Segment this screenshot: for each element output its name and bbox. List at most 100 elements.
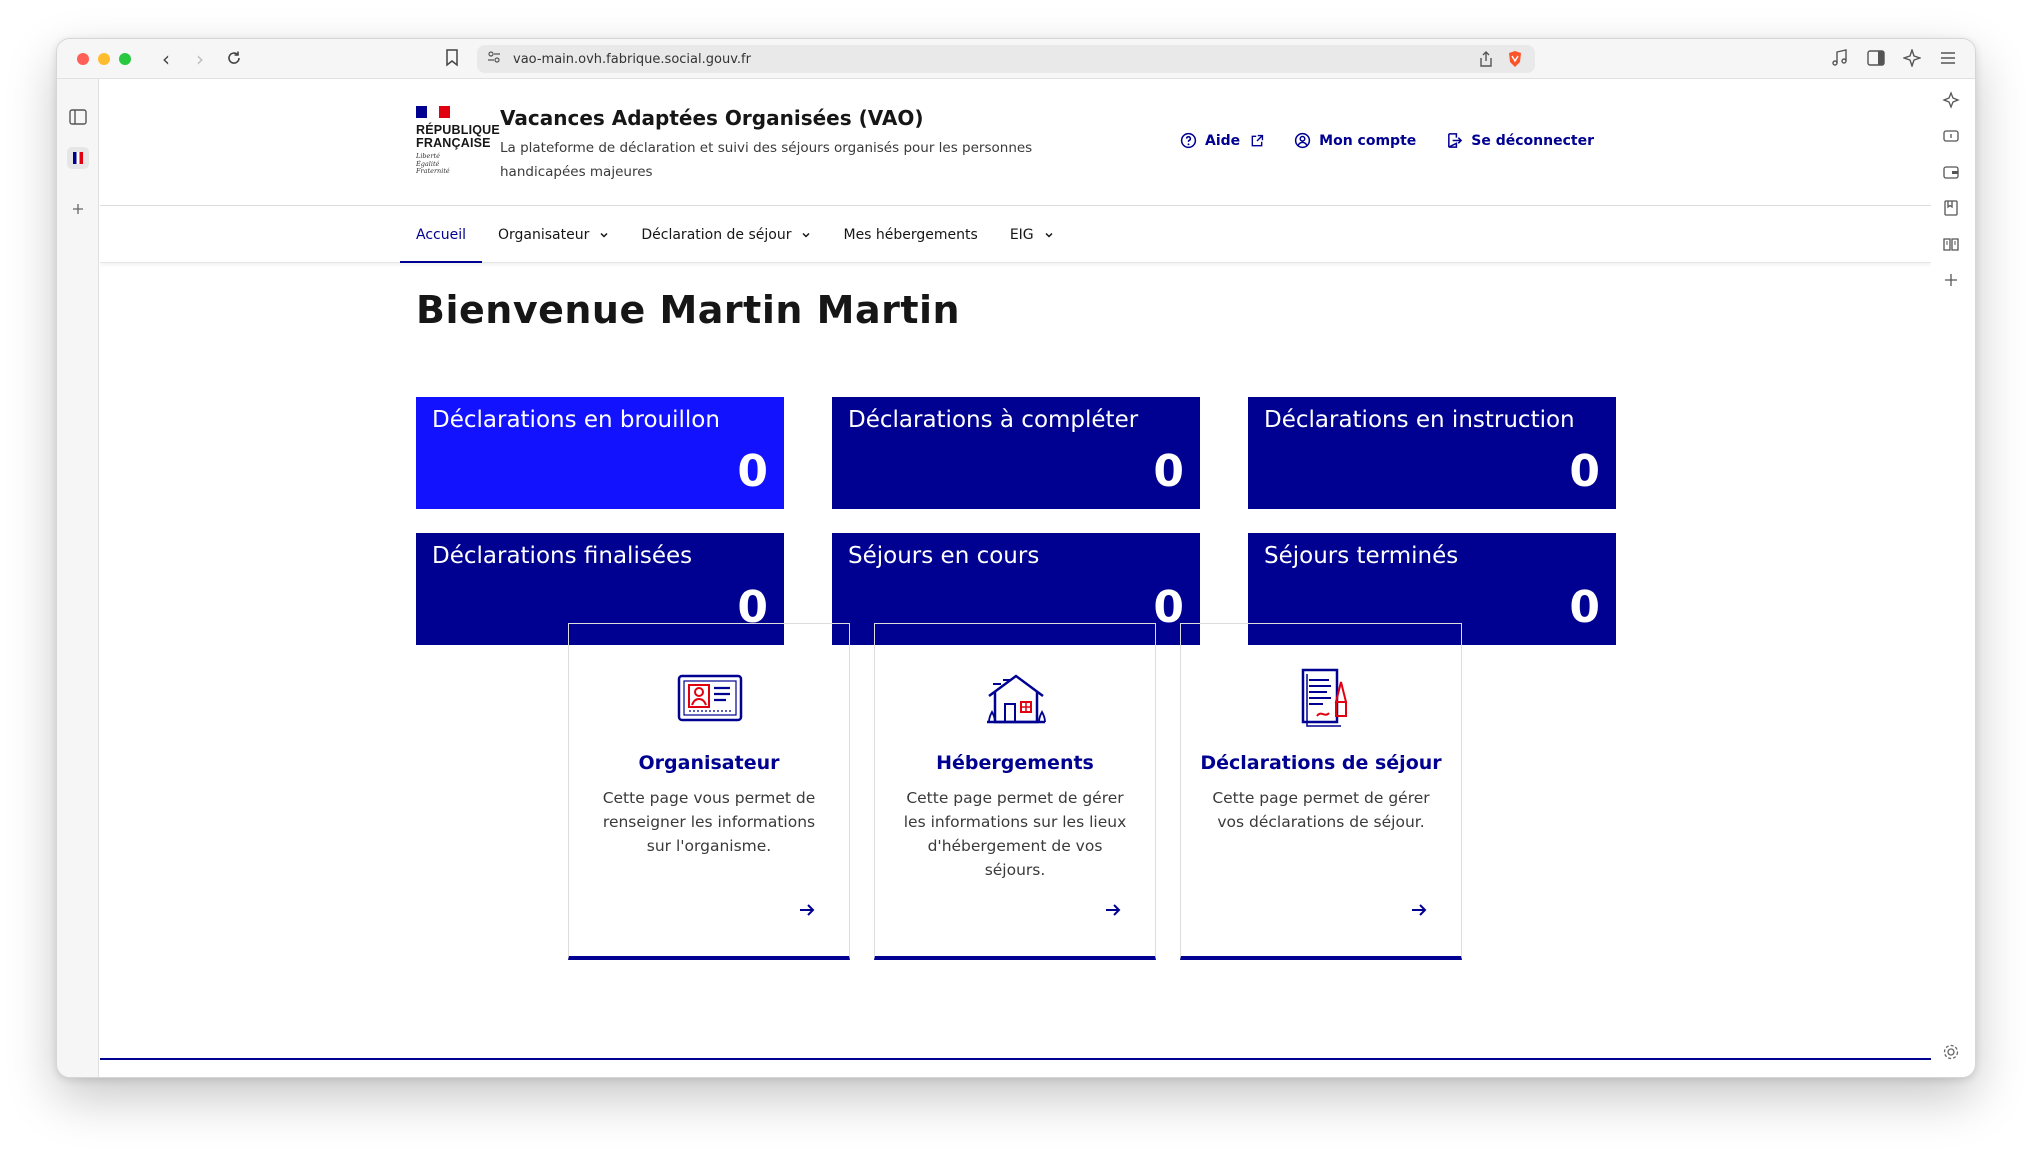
help-link-label: Aide	[1205, 132, 1241, 149]
stat-tile-draft[interactable]: Déclarations en brouillon 0	[416, 397, 784, 509]
question-circle-icon	[1180, 132, 1197, 149]
nav-item-accueil[interactable]: Accueil	[400, 207, 482, 263]
republique-francaise-logo[interactable]: RÉPUBLIQUE FRANÇAISE Liberté Égalité Fra…	[416, 106, 506, 176]
back-icon[interactable]: ‹	[157, 49, 175, 69]
stat-label: Séjours en cours	[848, 543, 1040, 569]
vertical-tabs-sidebar	[57, 79, 99, 1077]
service-title[interactable]: Vacances Adaptées Organisées (VAO)	[500, 106, 923, 130]
stats-grid: Déclarations en brouillon 0 Déclarations…	[416, 397, 1616, 645]
card-title: Organisateur	[638, 752, 780, 774]
stat-label: Déclarations en brouillon	[432, 407, 720, 433]
stat-tile-in-review[interactable]: Déclarations en instruction 0	[1248, 397, 1616, 509]
stat-label: Déclarations en instruction	[1264, 407, 1575, 433]
card-description: Cette page vous permet de renseigner les…	[602, 789, 816, 855]
settings-gear-icon[interactable]	[1942, 1043, 1962, 1063]
add-panel-icon[interactable]	[1942, 271, 1962, 291]
logo-title: RÉPUBLIQUE FRANÇAISE	[416, 124, 506, 150]
address-bar[interactable]: vao-main.ovh.fabrique.social.gouv.fr	[477, 45, 1535, 73]
media-icon[interactable]	[1831, 49, 1851, 69]
bookmarks-icon[interactable]	[1942, 199, 1962, 219]
logout-link[interactable]: Se déconnecter	[1446, 132, 1594, 149]
stat-label: Déclarations à compléter	[848, 407, 1139, 433]
browser-window: ‹ › vao-main.ovh.fabrique.social.gouv.fr	[56, 38, 1976, 1078]
nav-item-organisateur[interactable]: Organisateur	[482, 207, 625, 263]
reload-icon[interactable]	[225, 49, 243, 69]
external-link-icon	[1251, 134, 1264, 146]
browser-toolbar-right	[1831, 47, 1959, 69]
sidebar-panel-icon[interactable]	[68, 107, 88, 127]
card-organisateur[interactable]: Organisateur Cette page vous permet de r…	[568, 623, 850, 960]
chevron-down-icon	[600, 232, 608, 238]
new-tab-icon[interactable]	[68, 199, 88, 219]
brave-shield-icon[interactable]	[1507, 50, 1523, 72]
service-tagline: La plateforme de déclaration et suivi de…	[500, 140, 1033, 180]
card-description: Cette page permet de gérer vos déclarati…	[1212, 789, 1430, 831]
reading-list-icon[interactable]	[1942, 235, 1962, 255]
close-window-button[interactable]	[77, 52, 89, 65]
header-quick-links: Aide Mon compte Se déconnecter	[1180, 132, 1594, 149]
nav-item-declaration-sejour[interactable]: Déclaration de séjour	[625, 207, 827, 263]
sidebar-toggle-icon[interactable]	[1867, 49, 1887, 69]
rewards-icon[interactable]	[1942, 127, 1962, 147]
logo-motto: Liberté Égalité Fraternité	[416, 152, 506, 176]
nav-item-eig[interactable]: EIG	[994, 207, 1070, 263]
fullscreen-window-button[interactable]	[119, 52, 131, 65]
arrow-right-icon[interactable]	[1409, 900, 1429, 920]
leo-ai-icon[interactable]	[1901, 47, 1923, 69]
logo-motto-line3: Fraternité	[416, 167, 450, 175]
arrow-right-icon[interactable]	[1103, 900, 1123, 920]
window-controls	[77, 52, 131, 65]
stat-value: 0	[1153, 446, 1184, 497]
shortcut-cards: Organisateur Cette page vous permet de r…	[568, 623, 1462, 960]
browser-toolbar: ‹ › vao-main.ovh.fabrique.social.gouv.fr	[57, 39, 1975, 79]
marianne-flag-icon	[416, 106, 450, 118]
stat-value: 0	[737, 446, 768, 497]
nav-items: Accueil Organisateur Déclaration de séjo…	[400, 207, 1070, 263]
card-hebergements[interactable]: Hébergements Cette page permet de gérer …	[874, 623, 1156, 960]
nav-item-label: Accueil	[416, 227, 466, 243]
house-icon	[987, 674, 1046, 724]
logout-icon	[1448, 133, 1463, 148]
stat-value: 0	[1569, 446, 1600, 497]
my-account-label: Mon compte	[1319, 132, 1417, 149]
nav-item-label: Déclaration de séjour	[641, 227, 792, 243]
nav-item-label: EIG	[1009, 227, 1034, 243]
card-title: Hébergements	[936, 752, 1094, 774]
navigation-buttons: ‹ ›	[157, 49, 243, 69]
footer-top-border	[100, 1058, 1931, 1060]
tab-favicon-marianne-icon[interactable]	[67, 147, 89, 169]
minimize-window-button[interactable]	[98, 52, 110, 65]
card-declarations-sejour[interactable]: Déclarations de séjour Cette page permet…	[1180, 623, 1462, 960]
browser-right-sidebar	[1929, 79, 1975, 1077]
card-description: Cette page permet de gérer les informati…	[903, 789, 1127, 879]
my-account-link[interactable]: Mon compte	[1294, 132, 1416, 149]
nav-item-label: Organisateur	[498, 227, 590, 243]
site-settings-icon[interactable]	[487, 50, 501, 68]
nav-item-label: Mes hébergements	[843, 227, 978, 243]
forward-icon[interactable]: ›	[191, 49, 209, 69]
help-link[interactable]: Aide	[1180, 132, 1264, 149]
arrow-right-icon[interactable]	[797, 900, 817, 920]
user-circle-icon	[1295, 132, 1311, 149]
page-title: Bienvenue Martin Martin	[416, 288, 961, 332]
logout-label: Se déconnecter	[1471, 132, 1594, 149]
id-card-icon	[677, 674, 743, 722]
document-icon	[1301, 668, 1348, 727]
card-title: Déclarations de séjour	[1200, 752, 1442, 774]
stat-label: Déclarations finalisées	[432, 543, 693, 569]
chevron-down-icon	[802, 232, 811, 238]
menu-icon[interactable]	[1939, 49, 1959, 69]
bookmark-icon[interactable]	[445, 49, 459, 71]
stat-label: Séjours terminés	[1264, 543, 1459, 569]
nav-item-hebergements[interactable]: Mes hébergements	[827, 207, 993, 263]
main-navigation: Accueil Organisateur Déclaration de séjo…	[100, 207, 1931, 263]
stat-tile-to-complete[interactable]: Déclarations à compléter 0	[832, 397, 1200, 509]
wallet-icon[interactable]	[1942, 163, 1962, 183]
chevron-down-icon	[1045, 232, 1053, 238]
web-page: RÉPUBLIQUE FRANÇAISE Liberté Égalité Fra…	[100, 80, 1931, 1077]
site-header: RÉPUBLIQUE FRANÇAISE Liberté Égalité Fra…	[100, 80, 1931, 206]
stat-value: 0	[1569, 582, 1600, 633]
leo-sparkle-icon[interactable]	[1942, 91, 1962, 111]
address-bar-actions	[1479, 50, 1523, 72]
share-icon[interactable]	[1479, 51, 1493, 71]
